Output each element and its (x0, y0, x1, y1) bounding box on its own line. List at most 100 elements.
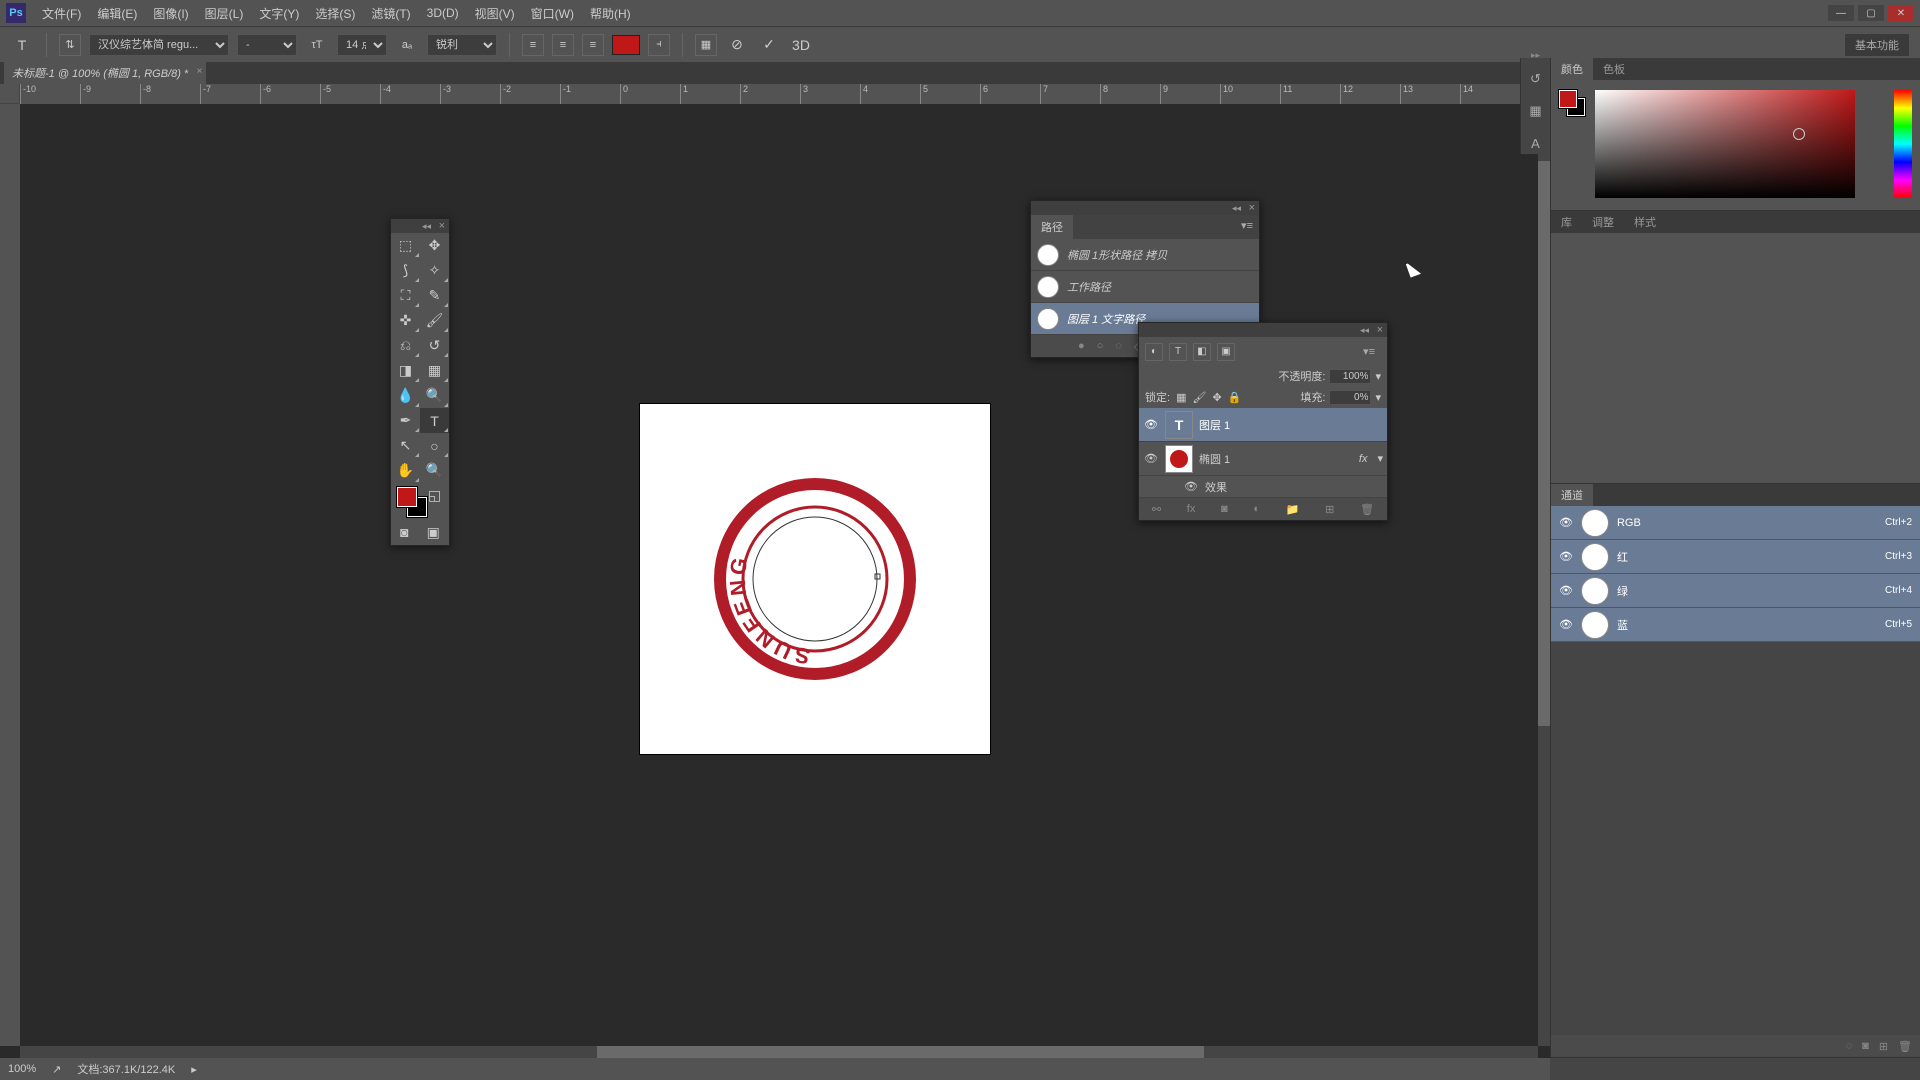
menu-filter[interactable]: 滤镜(T) (363, 5, 418, 22)
color-tab[interactable]: 颜色 (1551, 58, 1593, 80)
close-icon[interactable]: × (1249, 202, 1255, 214)
paths-tab[interactable]: 路径 (1031, 215, 1073, 239)
foreground-color[interactable] (1559, 90, 1577, 108)
layer-row[interactable]: 👁 T 图层 1 (1139, 408, 1387, 442)
brush-tool[interactable]: 🖌 (420, 308, 449, 333)
tab-close-icon[interactable]: × (196, 66, 202, 77)
menu-edit[interactable]: 编辑(E) (89, 5, 145, 22)
spot-healing-tool[interactable]: ✜ (391, 308, 420, 333)
zoom-tool[interactable]: 🔍 (420, 458, 449, 483)
panel-drag-handle[interactable]: ◂◂ × (391, 219, 449, 233)
path-item[interactable]: 工作路径 (1031, 271, 1259, 303)
hand-tool[interactable]: ✋ (391, 458, 420, 483)
visibility-eye-icon[interactable]: 👁 (1559, 550, 1573, 563)
filter-shape-icon[interactable]: ▣ (1217, 343, 1235, 361)
close-icon[interactable]: × (439, 220, 445, 232)
marquee-tool[interactable]: ⬚ (391, 233, 420, 258)
channel-row[interactable]: 👁RGBCtrl+2 (1551, 506, 1920, 540)
doc-info[interactable]: 文档:367.1K/122.4K (77, 1061, 175, 1077)
menu-3d[interactable]: 3D(D) (419, 6, 467, 20)
new-adjustment-icon[interactable]: ◐ (1253, 503, 1260, 515)
layer-effect-row[interactable]: 👁 效果 (1139, 476, 1387, 498)
style-panel[interactable] (1551, 233, 1920, 483)
menu-file[interactable]: 文件(F) (34, 5, 89, 22)
menu-layer[interactable]: 图层(L) (197, 5, 252, 22)
save-selection-icon[interactable]: ◙ (1862, 1040, 1869, 1052)
foreground-background-swatch[interactable]: ⇄ (391, 483, 420, 519)
fill-path-icon[interactable]: ● (1078, 340, 1085, 352)
minimize-button[interactable]: — (1828, 5, 1854, 21)
filter-type-icon[interactable]: T (1169, 343, 1187, 361)
load-channel-selection-icon[interactable]: ◌ (1846, 1040, 1853, 1052)
character-panel-icon[interactable]: A (1525, 132, 1547, 154)
status-play-icon[interactable]: ▸ (191, 1063, 197, 1076)
new-channel-icon[interactable]: ⊞ (1879, 1040, 1888, 1053)
lasso-tool[interactable]: ⟆ (391, 258, 420, 283)
align-left-button[interactable]: ≡ (522, 34, 544, 56)
lock-all-icon[interactable]: 🔒 (1228, 391, 1242, 404)
lock-transparent-icon[interactable]: ▦ (1176, 391, 1186, 404)
menu-select[interactable]: 选择(S) (307, 5, 363, 22)
new-layer-icon[interactable]: ⊞ (1325, 503, 1334, 516)
visibility-eye-icon[interactable]: 👁 (1559, 618, 1573, 631)
history-brush-tool[interactable]: ↺ (420, 333, 449, 358)
default-colors-button[interactable]: ◱ (420, 483, 449, 508)
pen-tool[interactable]: ✒ (391, 408, 420, 433)
horizontal-ruler[interactable]: -10 -9 -8 -7 -6 -5 -4 -3 -2 -1 0 1 2 3 4… (20, 84, 1538, 104)
lock-position-icon[interactable]: ✥ (1212, 391, 1221, 404)
channels-tab[interactable]: 通道 (1551, 484, 1593, 506)
filter-adjustment-icon[interactable]: ◧ (1193, 343, 1211, 361)
shape-tool[interactable]: ○ (420, 433, 449, 458)
filter-pixel-icon[interactable]: ◐ (1145, 343, 1163, 361)
vertical-ruler[interactable] (0, 104, 20, 1046)
properties-panel-icon[interactable]: ▦ (1525, 100, 1547, 122)
styles-tab[interactable]: 样式 (1624, 211, 1666, 233)
move-tool[interactable]: ✥ (420, 233, 449, 258)
adjustments-tab[interactable]: 调整 (1582, 211, 1624, 233)
expand-icon[interactable]: ▸▸ (1531, 50, 1540, 61)
close-button[interactable]: ✕ (1888, 5, 1914, 21)
type-tool[interactable]: T (420, 408, 449, 433)
fill-input[interactable] (1329, 390, 1371, 405)
add-mask-icon[interactable]: ◙ (1221, 503, 1228, 515)
horizontal-scrollbar[interactable] (20, 1046, 1538, 1058)
layer-name[interactable]: 椭圆 1 (1199, 451, 1230, 467)
quick-mask-button[interactable]: ◙ (400, 523, 408, 541)
visibility-eye-icon[interactable]: 👁 (1559, 584, 1573, 597)
path-item[interactable]: 椭圆 1形状路径 拷贝 (1031, 239, 1259, 271)
character-panel-button[interactable]: ▦ (695, 34, 717, 56)
layer-style-icon[interactable]: fx (1187, 503, 1196, 515)
close-icon[interactable]: × (1377, 324, 1383, 336)
vertical-scrollbar[interactable] (1538, 104, 1550, 1046)
visibility-eye-icon[interactable]: 👁 (1183, 480, 1199, 493)
artboard[interactable]: SUNFENG (640, 404, 990, 754)
hue-slider[interactable] (1894, 90, 1912, 198)
color-field[interactable] (1595, 90, 1855, 198)
workspace-switcher[interactable]: 基本功能 (1844, 33, 1910, 57)
layers-panel[interactable]: ◂◂ × ◐ T ◧ ▣ ▾≡ 不透明度: ▾ 锁定: ▦ 🖌 ✥ 🔒 填充: … (1138, 322, 1388, 521)
aa-select[interactable]: 锐利 (427, 34, 497, 56)
panel-drag-handle[interactable]: ◂◂ × (1139, 323, 1387, 337)
cancel-icon[interactable]: ⊘ (725, 33, 749, 57)
swatches-tab[interactable]: 色板 (1593, 58, 1635, 80)
eyedropper-tool[interactable]: ✎ (420, 283, 449, 308)
delete-layer-icon[interactable]: 🗑 (1360, 503, 1374, 516)
visibility-eye-icon[interactable]: 👁 (1559, 516, 1573, 529)
channel-row[interactable]: 👁蓝Ctrl+5 (1551, 608, 1920, 642)
magic-wand-tool[interactable]: ✧ (420, 258, 449, 283)
collapse-icon[interactable]: ◂◂ (1360, 325, 1369, 336)
blur-tool[interactable]: 💧 (391, 383, 420, 408)
new-group-icon[interactable]: 📁 (1286, 503, 1300, 516)
load-selection-icon[interactable]: ◌ (1115, 340, 1122, 352)
layer-row[interactable]: 👁 椭圆 1 fx ▾ (1139, 442, 1387, 476)
weight-select[interactable]: - (237, 34, 297, 56)
scroll-thumb[interactable] (1538, 161, 1550, 726)
channel-row[interactable]: 👁绿Ctrl+4 (1551, 574, 1920, 608)
fx-indicator[interactable]: fx (1359, 453, 1368, 465)
link-layers-icon[interactable]: ⚯ (1152, 503, 1161, 516)
color-picker-marker[interactable] (1793, 128, 1805, 140)
panel-menu-icon[interactable]: ▾≡ (1235, 215, 1259, 239)
menu-type[interactable]: 文字(Y) (251, 5, 307, 22)
canvas-area[interactable]: SUNFENG (20, 104, 1538, 1046)
delete-channel-icon[interactable]: 🗑 (1898, 1040, 1912, 1053)
